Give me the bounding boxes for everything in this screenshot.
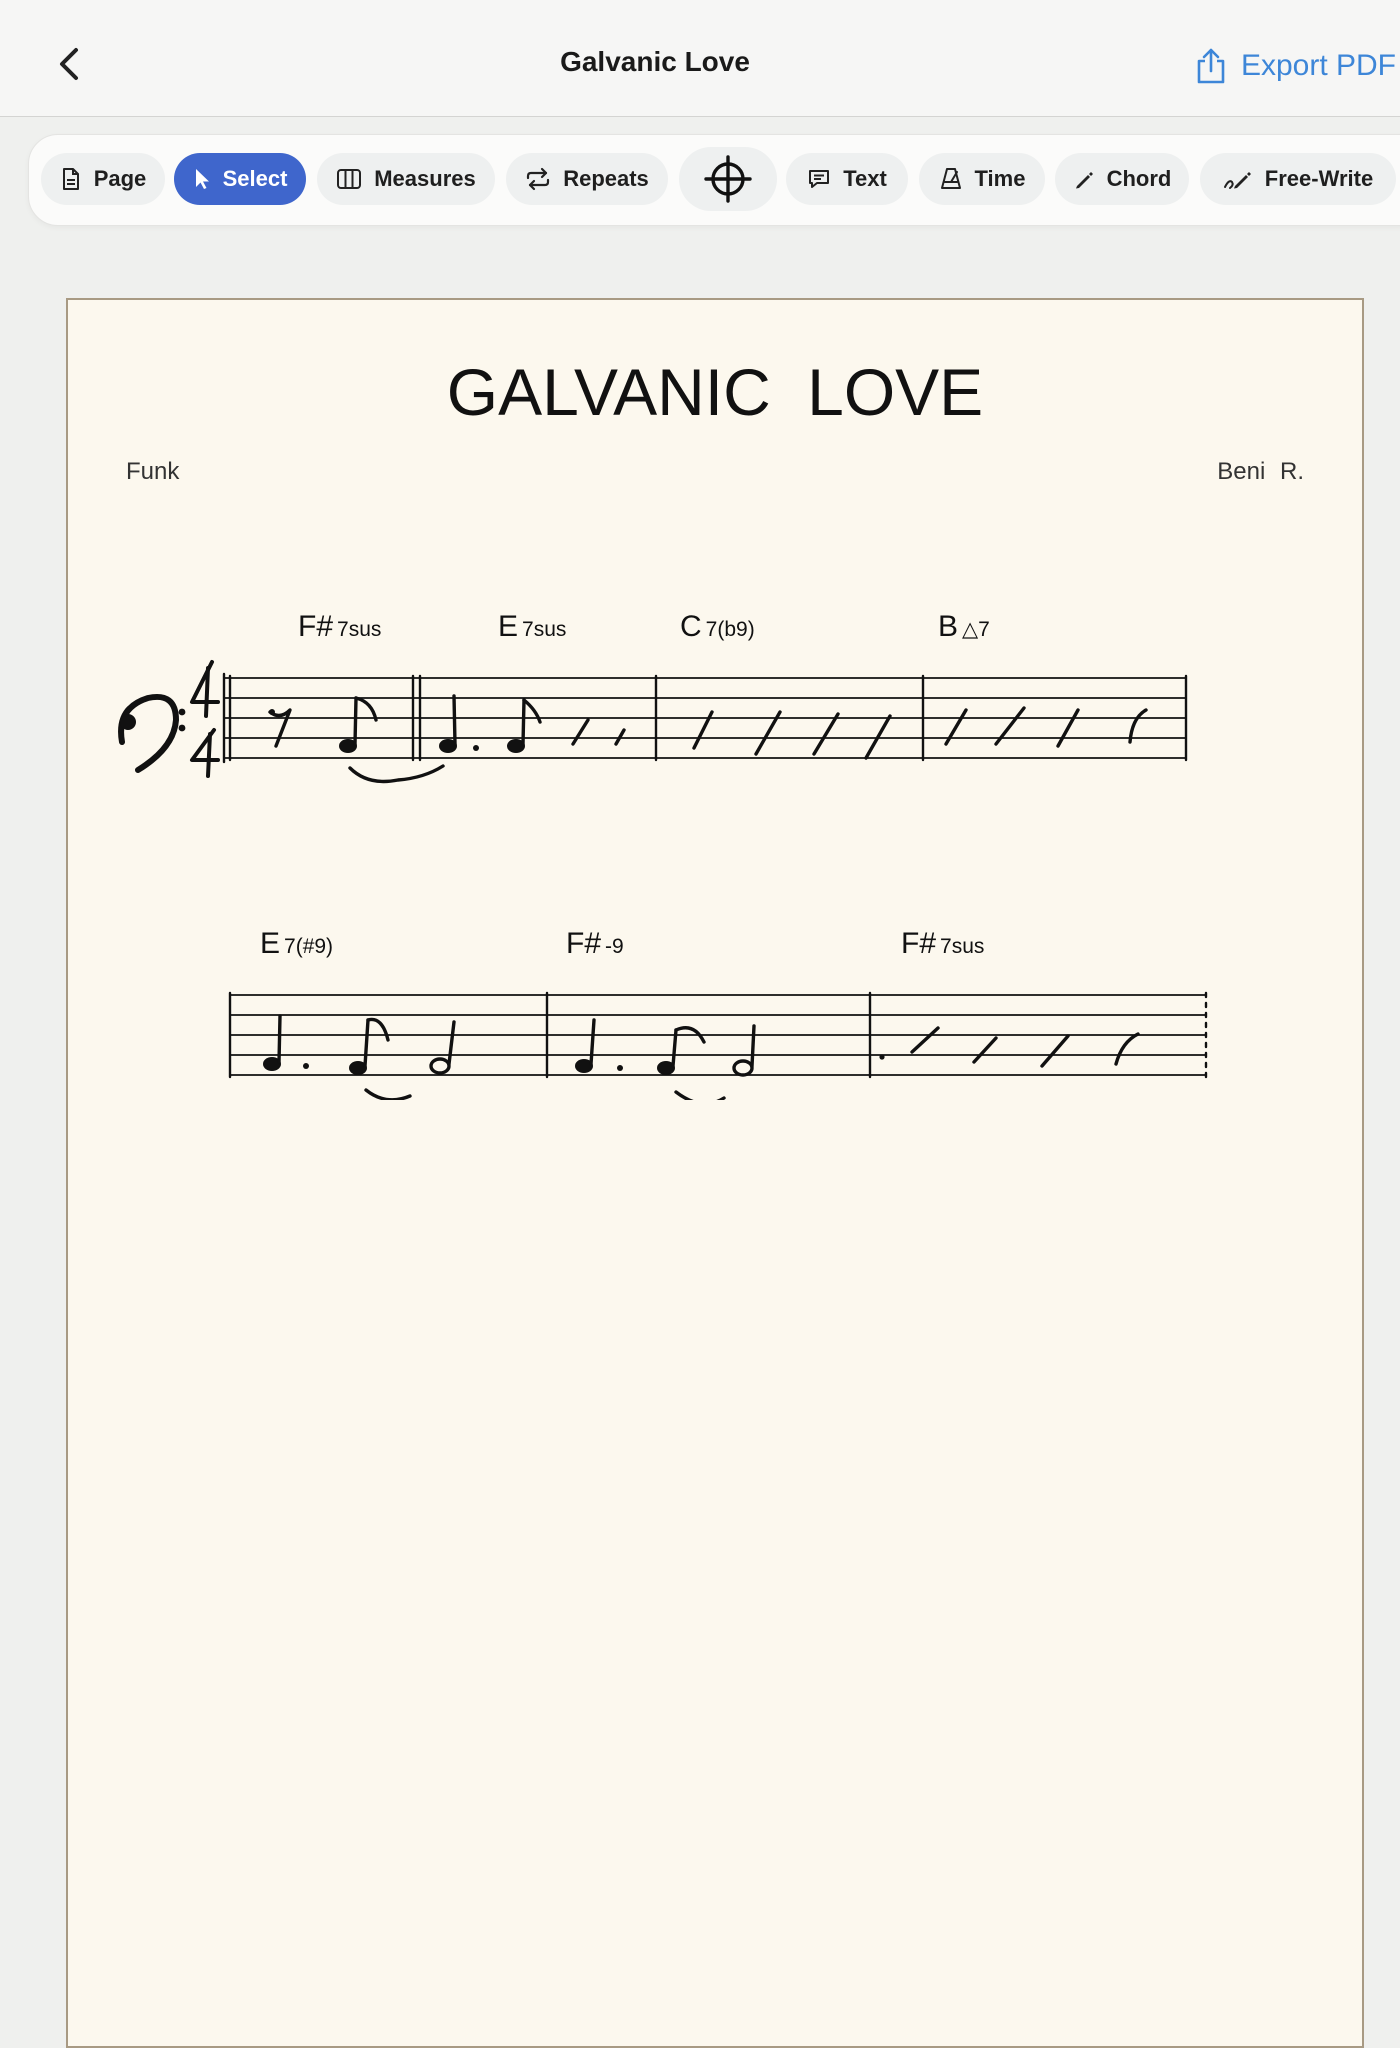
tool-text[interactable]: Text	[786, 153, 908, 205]
tool-page[interactable]: Page	[41, 153, 165, 205]
measure-5-notes	[263, 1014, 456, 1100]
measure-6-notes	[575, 1018, 756, 1100]
tool-label: Page	[93, 166, 147, 191]
measure-7-slashes	[879, 1026, 1140, 1068]
tool-label: Repeats	[563, 166, 649, 191]
measure-4-slashes	[944, 706, 1148, 748]
tool-freewrite[interactable]: Free-Write	[1200, 153, 1396, 205]
staff-lines-row-2	[229, 994, 1207, 1076]
export-pdf-label: Export PDF	[1240, 49, 1396, 82]
music-sheet[interactable]: GALVANIC LOVE Funk Beni R. F# 7sus E 7sus …	[66, 298, 1364, 2048]
top-bar: Galvanic Love Export PDF	[0, 0, 1400, 117]
tool-label: Free-Write	[1264, 166, 1374, 191]
tool-label: Select	[222, 166, 288, 191]
tool-label: Text	[843, 166, 887, 191]
export-pdf-button[interactable]: Export PDF	[1195, 46, 1396, 86]
tool-chord[interactable]: Chord	[1055, 153, 1189, 205]
cursor-icon	[195, 169, 209, 189]
repeat-icon	[527, 167, 550, 191]
staff-score[interactable]	[68, 300, 1362, 1100]
metronome-icon	[940, 168, 961, 189]
share-icon	[1197, 48, 1225, 84]
tool-label: Time	[974, 166, 1026, 191]
tool-measures[interactable]: Measures	[317, 153, 495, 205]
bass-clef-dot	[178, 724, 186, 732]
bass-clef-dot	[178, 708, 186, 716]
staff-lines-row-1	[223, 677, 1187, 759]
time-signature	[190, 660, 220, 778]
tool-repeats[interactable]: Repeats	[506, 153, 668, 205]
bass-clef	[118, 694, 179, 773]
measure-3-slashes	[692, 710, 892, 760]
tool-label: Measures	[374, 166, 476, 191]
pencil-icon	[1075, 172, 1093, 189]
tool-target[interactable]	[679, 147, 777, 211]
speech-bubble-icon	[809, 170, 830, 188]
tool-label: Chord	[1106, 166, 1172, 191]
toolbar: Page Select Measures Repeats Text Time C…	[28, 134, 1400, 226]
crosshair-icon	[704, 155, 752, 203]
freehand-pen-icon	[1223, 172, 1251, 189]
measures-icon	[337, 169, 362, 189]
document-title: Galvanic Love	[560, 46, 750, 77]
measure-2-notes	[439, 694, 626, 753]
tool-time[interactable]: Time	[919, 153, 1045, 205]
page-icon	[62, 168, 79, 190]
tool-select[interactable]: Select	[174, 153, 306, 205]
measure-1-notes	[268, 696, 445, 784]
